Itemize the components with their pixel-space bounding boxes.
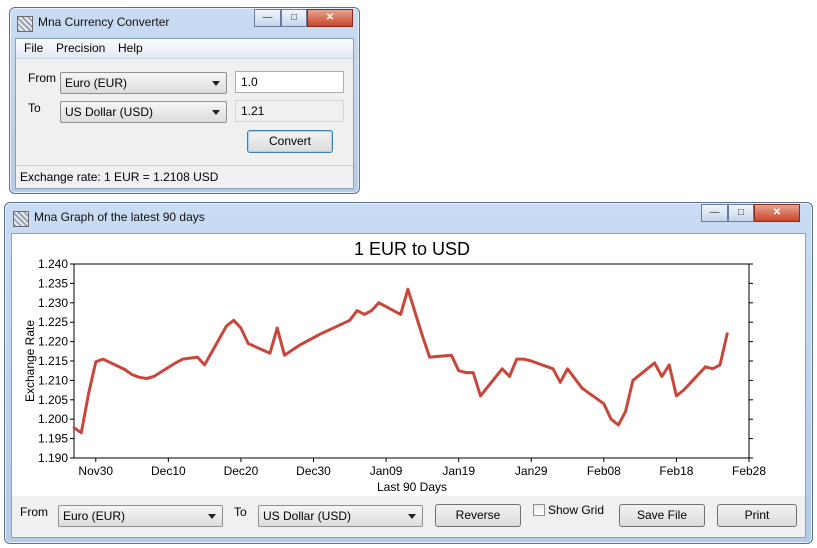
graph-to-label: To (234, 505, 247, 519)
show-grid-checkbox[interactable] (533, 504, 545, 516)
result-field: 1.21 (235, 100, 344, 122)
app-icon (13, 211, 29, 227)
save-file-button[interactable]: Save File (619, 504, 705, 527)
from-currency-select[interactable]: Euro (EUR) (60, 72, 227, 94)
close-icon[interactable]: ✕ (307, 9, 353, 27)
maximize-icon[interactable]: □ (281, 9, 307, 27)
x-tick-label: Dec20 (224, 464, 259, 478)
graph-from-select[interactable]: Euro (EUR) (58, 505, 223, 527)
graph-titlebar[interactable]: Mna Graph of the latest 90 days — □ ✕ (5, 203, 812, 233)
chevron-down-icon (208, 514, 216, 519)
menu-precision[interactable]: Precision (56, 41, 105, 55)
from-label: From (28, 71, 56, 85)
amount-input[interactable]: 1.0 (235, 71, 344, 93)
y-tick-label: 1.220 (38, 335, 68, 349)
x-tick-label: Nov30 (78, 464, 113, 478)
graph-title: Mna Graph of the latest 90 days (34, 210, 205, 224)
show-grid-label: Show Grid (548, 503, 605, 517)
to-currency-value: US Dollar (USD) (65, 105, 154, 119)
close-icon[interactable]: ✕ (754, 204, 800, 222)
y-tick-label: 1.225 (38, 315, 68, 329)
converter-title: Mna Currency Converter (38, 15, 170, 29)
x-tick-label: Dec10 (151, 464, 186, 478)
minimize-icon[interactable]: — (254, 9, 281, 27)
graph-client: 1 EUR to USD 1.190 1.195 1.200 1.205 1.210 1.… (11, 233, 806, 538)
status-bar: Exchange rate: 1 EUR = 1.2108 USD (16, 165, 353, 188)
chevron-down-icon (212, 110, 220, 115)
x-tick-label: Jan19 (442, 464, 475, 478)
converter-window: Mna Currency Converter — □ ✕ File Precis… (9, 7, 360, 194)
x-axis-label: Last 90 Days (377, 480, 447, 494)
y-tick-label: 1.200 (38, 412, 68, 426)
graph-window: Mna Graph of the latest 90 days — □ ✕ 1 … (4, 202, 813, 544)
to-currency-select[interactable]: US Dollar (USD) (60, 101, 227, 123)
exchange-rate-chart: 1 EUR to USD 1.190 1.195 1.200 1.205 1.210 1.… (12, 234, 805, 496)
chevron-down-icon (212, 81, 220, 86)
menubar: File Precision Help (16, 39, 353, 59)
from-currency-value: Euro (EUR) (65, 76, 128, 90)
x-tick-label: Jan09 (370, 464, 403, 478)
y-tick-label: 1.195 (38, 432, 68, 446)
x-tick-label: Feb08 (587, 464, 621, 478)
x-tick-label: Feb18 (659, 464, 693, 478)
menu-help[interactable]: Help (118, 41, 143, 55)
convert-button[interactable]: Convert (247, 130, 333, 153)
y-tick-label: 1.210 (38, 373, 68, 387)
graph-to-value: US Dollar (USD) (263, 509, 352, 523)
y-tick-label: 1.215 (38, 354, 68, 368)
chart-title: 1 EUR to USD (354, 239, 470, 259)
reverse-button[interactable]: Reverse (435, 504, 521, 527)
y-tick-label: 1.235 (38, 276, 68, 290)
y-tick-label: 1.190 (38, 451, 68, 465)
y-axis-label: Exchange Rate (23, 320, 37, 402)
app-icon (17, 16, 33, 32)
maximize-icon[interactable]: □ (728, 204, 754, 222)
graph-from-label: From (20, 505, 48, 519)
x-tick-label: Jan29 (515, 464, 548, 478)
minimize-icon[interactable]: — (701, 204, 728, 222)
graph-to-select[interactable]: US Dollar (USD) (258, 505, 423, 527)
converter-titlebar[interactable]: Mna Currency Converter — □ ✕ (10, 8, 359, 38)
x-tick-label: Dec30 (296, 464, 331, 478)
y-tick-label: 1.205 (38, 393, 68, 407)
converter-client: File Precision Help From Euro (EUR) 1.0 … (15, 38, 354, 189)
y-tick-label: 1.230 (38, 296, 68, 310)
chart-background (12, 234, 805, 496)
graph-from-value: Euro (EUR) (63, 509, 126, 523)
menu-file[interactable]: File (24, 41, 43, 55)
print-button[interactable]: Print (717, 504, 797, 527)
chevron-down-icon (408, 514, 416, 519)
y-tick-label: 1.240 (38, 257, 68, 271)
x-tick-label: Feb28 (732, 464, 766, 478)
to-label: To (28, 101, 41, 115)
